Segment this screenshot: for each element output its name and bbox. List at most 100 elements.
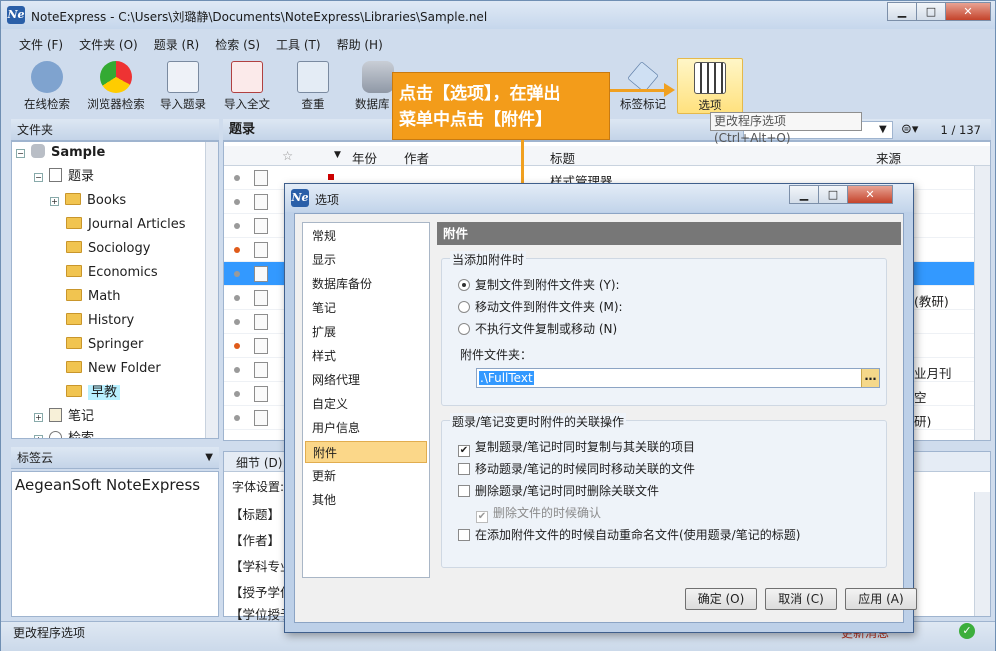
folder-icon (66, 385, 82, 397)
dialog-minimize-button[interactable]: ▁ (789, 185, 819, 204)
nav-extensions[interactable]: 扩展 (305, 321, 427, 343)
browser-icon (100, 61, 132, 93)
col-year[interactable]: 年份 (352, 148, 377, 167)
radio-icon (458, 323, 470, 335)
tree-search[interactable]: + 检索 (34, 428, 94, 438)
tree-scrollbar[interactable] (205, 142, 218, 438)
nav-db-backup[interactable]: 数据库备份 (305, 273, 427, 295)
folder-books[interactable]: + Books (50, 190, 126, 212)
close-button[interactable]: ✕ (945, 2, 991, 21)
folder-value: .\FullText (479, 371, 534, 385)
collapse-icon[interactable]: − (16, 149, 25, 158)
attachment-folder-input[interactable]: .\FullText … (476, 368, 880, 388)
folder-new-folder[interactable]: New Folder (66, 358, 161, 380)
radio-move[interactable]: 移动文件到附件文件夹 (M): (458, 299, 623, 315)
menu-refs[interactable]: 题录 (R) (146, 34, 208, 56)
folder-label: Springer (88, 337, 144, 352)
folder-economics[interactable]: Economics (66, 262, 158, 284)
search-dropdown-icon[interactable]: ▼ (879, 119, 887, 141)
check-copy-items[interactable]: ✔ 复制题录/笔记时同时复制与其关联的项目 (458, 439, 695, 457)
minimize-button[interactable]: ▁ (887, 2, 917, 21)
nav-notes[interactable]: 笔记 (305, 297, 427, 319)
browser-search-button[interactable]: 浏览器检索 (83, 58, 149, 112)
folder-label: 早教 (88, 385, 121, 400)
check-ok-icon[interactable]: ✓ (959, 623, 975, 639)
details-scrollbar[interactable] (974, 492, 990, 616)
status-dot (234, 343, 240, 349)
folder-icon (66, 337, 82, 349)
col-author[interactable]: 作者 (404, 148, 429, 167)
collapse-icon[interactable]: − (34, 173, 43, 182)
nav-display[interactable]: 显示 (305, 249, 427, 271)
check-confirm-delete[interactable]: ✔ 删除文件的时候确认 (476, 505, 601, 523)
document-icon (254, 242, 268, 258)
folder-zaojiao[interactable]: 早教 (66, 382, 121, 404)
filter-icon[interactable]: ⊜▾ (901, 119, 918, 141)
nav-proxy[interactable]: 网络代理 (305, 369, 427, 391)
nav-other[interactable]: 其他 (305, 489, 427, 511)
cancel-button[interactable]: 取消 (C) (765, 588, 837, 610)
tag-mark-button[interactable]: 标签标记 (615, 58, 671, 112)
check-move-files[interactable]: 移动题录/笔记的时候同时移动关联的文件 (458, 461, 695, 477)
nav-updates[interactable]: 更新 (305, 465, 427, 487)
expand-icon[interactable]: + (50, 197, 59, 206)
import-refs-button[interactable]: 导入题录 (155, 58, 211, 112)
app-logo-icon: Ne (291, 189, 309, 207)
check-delete-files[interactable]: 删除题录/笔记时同时删除关联文件 (458, 483, 659, 499)
sort-arrow-icon[interactable]: ▼ (334, 150, 341, 160)
menu-folder[interactable]: 文件夹 (O) (71, 34, 146, 56)
folder-icon (66, 361, 82, 373)
add-attachment-group: 当添加附件时 复制文件到附件文件夹 (Y): 移动文件到附件文件夹 (M): 不… (441, 251, 887, 406)
folder-label: Books (87, 193, 127, 208)
menu-help[interactable]: 帮助 (H) (329, 34, 391, 56)
checkbox-checked-disabled-icon: ✔ (476, 511, 488, 523)
nav-styles[interactable]: 样式 (305, 345, 427, 367)
tree-root[interactable]: − Sample (16, 142, 105, 164)
tree-notes[interactable]: + 笔记 (34, 406, 94, 428)
document-icon (254, 218, 268, 234)
tagcloud-header: 标签云 ▼ (11, 447, 219, 469)
options-button[interactable]: 选项 (677, 58, 743, 114)
folder-history[interactable]: History (66, 310, 134, 332)
checkbox-icon (458, 485, 470, 497)
tag-cloud-content[interactable]: AegeanSoft NoteExpress (15, 476, 200, 494)
nav-general[interactable]: 常规 (305, 225, 427, 247)
tab-details[interactable]: 细节 (D) (236, 454, 282, 471)
folder-sociology[interactable]: Sociology (66, 238, 150, 260)
grid-scrollbar[interactable] (974, 166, 990, 440)
check-label: 在添加附件文件的时候自动重命名文件(使用题录/笔记的标题) (475, 528, 801, 542)
options-nav: 常规 显示 数据库备份 笔记 扩展 样式 网络代理 自定义 用户信息 附件 更新… (302, 222, 430, 578)
folder-journal-articles[interactable]: Journal Articles (66, 214, 186, 236)
import-fulltext-button[interactable]: 导入全文 (219, 58, 275, 112)
nav-custom[interactable]: 自定义 (305, 393, 427, 415)
folder-math[interactable]: Math (66, 286, 121, 308)
col-source[interactable]: 来源 (876, 148, 901, 167)
radio-copy[interactable]: 复制文件到附件文件夹 (Y): (458, 277, 620, 293)
menu-search[interactable]: 检索 (S) (207, 34, 268, 56)
nav-user-info[interactable]: 用户信息 (305, 417, 427, 439)
expand-icon[interactable]: + (34, 413, 43, 422)
nav-attachments[interactable]: 附件 (305, 441, 427, 463)
options-tooltip: 更改程序选项 (Ctrl+Alt+O) (710, 112, 862, 145)
col-title[interactable]: 标题 (550, 148, 575, 167)
expand-icon[interactable]: + (34, 435, 43, 438)
radio-none[interactable]: 不执行文件复制或移动 (N) (458, 321, 617, 337)
document-icon (254, 290, 268, 306)
apply-button[interactable]: 应用 (A) (845, 588, 917, 610)
menu-file[interactable]: 文件 (F) (11, 34, 71, 56)
ok-button[interactable]: 确定 (O) (685, 588, 757, 610)
dropdown-arrow-icon[interactable]: ▼ (205, 447, 213, 469)
folder-icon (66, 265, 82, 277)
tree-refs[interactable]: − 题录 (34, 166, 94, 188)
dialog-maximize-button[interactable]: □ (818, 185, 848, 204)
maximize-button[interactable]: □ (916, 2, 946, 21)
folder-springer[interactable]: Springer (66, 334, 143, 356)
dedupe-button[interactable]: 查重 (291, 58, 335, 112)
checkbox-checked-icon: ✔ (458, 445, 470, 457)
menu-tools[interactable]: 工具 (T) (268, 34, 329, 56)
online-search-button[interactable]: 在线检索 (17, 58, 77, 112)
browse-button[interactable]: … (861, 369, 879, 387)
dialog-close-button[interactable]: ✕ (847, 185, 893, 204)
refs-title: 题录 (229, 122, 256, 137)
check-auto-rename[interactable]: 在添加附件文件的时候自动重命名文件(使用题录/笔记的标题) (458, 527, 800, 543)
